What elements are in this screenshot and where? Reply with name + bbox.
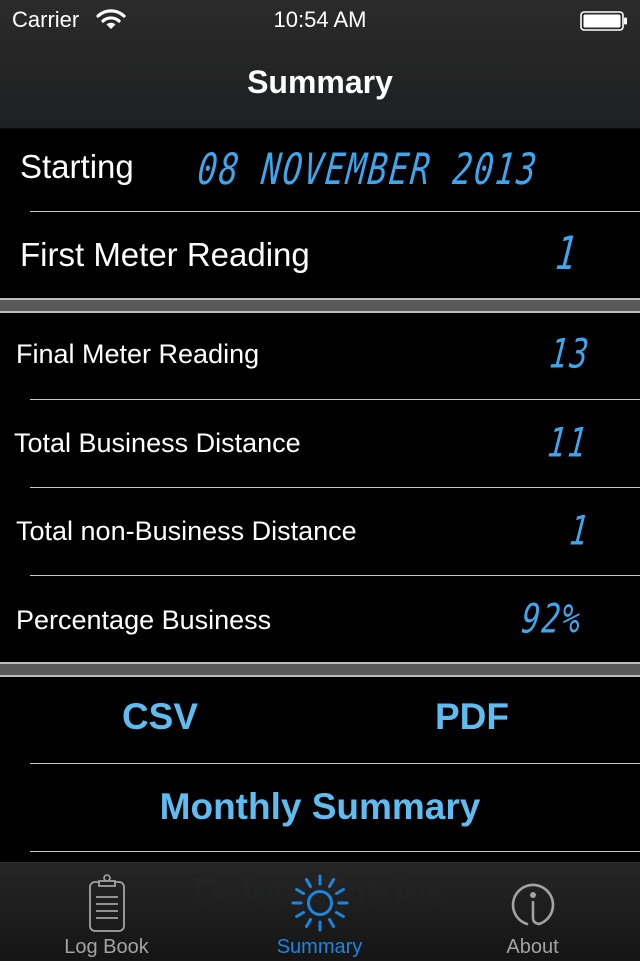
non-business-distance-value: 1 <box>567 507 593 556</box>
final-meter-value: 13 <box>547 330 593 379</box>
tab-log-book[interactable]: Log Book <box>0 863 213 961</box>
tab-bar: Log Book Summary About <box>0 862 640 961</box>
status-time: 10:54 AM <box>273 7 367 32</box>
first-meter-row[interactable]: First Meter Reading 1 <box>0 212 640 298</box>
pdf-button[interactable]: PDF <box>372 696 572 738</box>
section-divider <box>0 298 640 313</box>
info-icon <box>511 883 554 926</box>
non-business-distance-row: Total non-Business Distance 1 <box>0 488 640 575</box>
top-bar: Carrier 10:54 AM Summary <box>0 0 640 129</box>
starting-row[interactable]: Starting 08 NOVEMBER 2013 <box>0 130 640 212</box>
business-distance-row: Total Business Distance 11 <box>0 400 640 487</box>
tab-summary[interactable]: Summary <box>213 863 426 961</box>
csv-button[interactable]: CSV <box>60 696 260 738</box>
non-business-distance-label: Total non-Business Distance <box>16 516 357 546</box>
first-meter-value[interactable]: 1 <box>553 227 581 281</box>
final-meter-label: Final Meter Reading <box>16 339 260 369</box>
business-distance-value: 11 <box>545 419 591 468</box>
tab-label: Log Book <box>64 936 149 958</box>
first-meter-label: First Meter Reading <box>20 236 310 273</box>
starting-date-value[interactable]: 08 NOVEMBER 2013 <box>195 143 541 194</box>
sun-icon <box>291 874 348 932</box>
separator <box>30 763 640 764</box>
tab-label: About <box>506 936 559 958</box>
clipboard-icon <box>88 874 125 932</box>
starting-label: Starting <box>20 148 134 185</box>
battery-icon <box>580 11 627 31</box>
tab-about[interactable]: About <box>426 863 639 961</box>
percentage-business-row: Percentage Business 92% <box>0 576 640 663</box>
section-divider <box>0 662 640 677</box>
status-bar: Carrier 10:54 AM <box>0 0 640 40</box>
monthly-summary-button[interactable]: Monthly Summary <box>0 786 640 828</box>
business-distance-label: Total Business Distance <box>14 428 301 458</box>
tab-label: Summary <box>276 936 363 958</box>
percentage-business-label: Percentage Business <box>16 605 272 635</box>
percentage-business-value: 92% <box>519 595 585 644</box>
separator <box>30 851 640 852</box>
final-meter-row: Final Meter Reading 13 <box>0 313 640 399</box>
page-title: Summary <box>247 64 393 100</box>
